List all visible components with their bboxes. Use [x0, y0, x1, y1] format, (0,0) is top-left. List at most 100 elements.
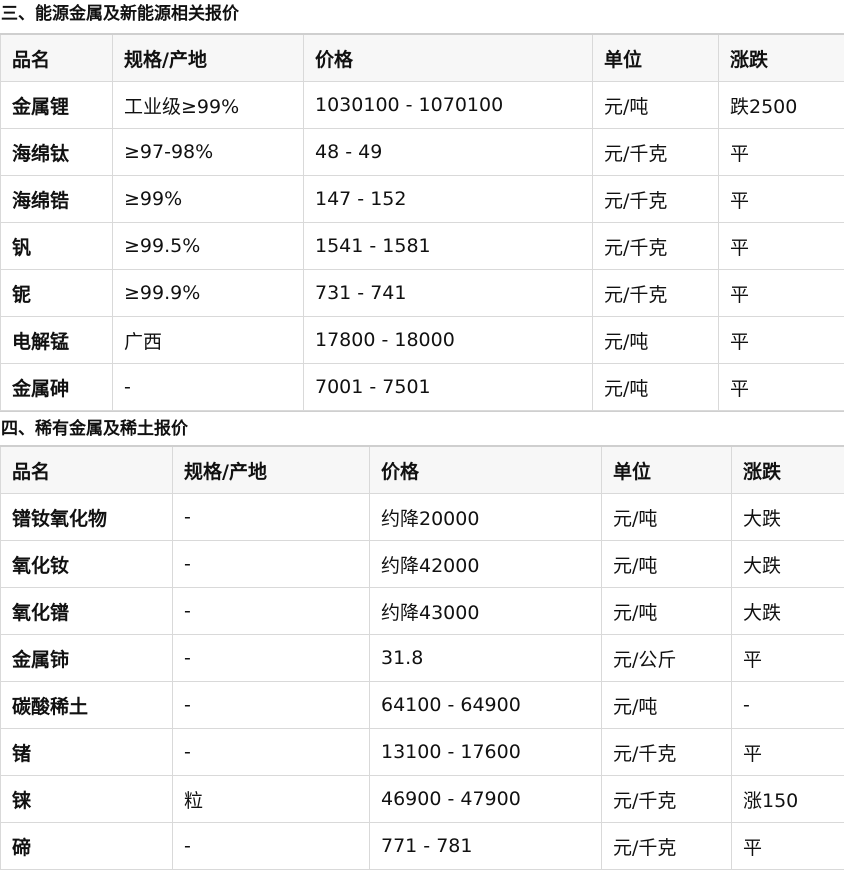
cell-spec-origin: 广西 [112, 316, 304, 364]
table-header-row: 品名 规格/产地 价格 单位 涨跌 [0, 33, 844, 82]
cell-unit: 元/吨 [601, 587, 732, 635]
cell-unit: 元/千克 [592, 222, 719, 270]
cell-price: 约降20000 [369, 493, 602, 541]
cell-price: 46900 - 47900 [369, 775, 602, 823]
cell-change: 跌2500 [718, 81, 844, 129]
cell-change: 平 [718, 316, 844, 364]
table-row: 氧化钕 - 约降42000 元/吨 大跌 [0, 540, 844, 588]
cell-change: - [731, 681, 844, 729]
cell-price: 1030100 - 1070100 [303, 81, 593, 129]
column-header-change: 涨跌 [718, 33, 844, 82]
cell-change: 大跌 [731, 493, 844, 541]
cell-change: 大跌 [731, 540, 844, 588]
table-row: 金属铈 -31.8 元/公斤平 [0, 634, 844, 682]
cell-spec-origin: - [172, 634, 370, 682]
cell-spec-origin: ≥99.5% [112, 222, 304, 270]
column-header-change: 涨跌 [731, 445, 844, 494]
cell-unit: 元/千克 [601, 728, 732, 776]
cell-change: 平 [718, 175, 844, 223]
cell-unit: 元/吨 [592, 363, 719, 411]
table-row: 海绵钛 ≥97-98% 48 - 49 元/千克平 [0, 128, 844, 176]
column-header-product-name: 品名 [0, 33, 113, 82]
cell-product-name: 铌 [0, 269, 113, 317]
cell-unit: 元/吨 [592, 81, 719, 129]
table-row: 锗 -13100 - 17600 元/千克平 [0, 728, 844, 776]
column-header-price: 价格 [369, 445, 602, 494]
cell-product-name: 海绵钛 [0, 128, 113, 176]
cell-product-name: 金属锂 [0, 81, 113, 129]
table-row: 金属锂 工业级≥99% 1030100 - 1070100 元/吨 跌2500 [0, 81, 844, 129]
cell-product-name: 镨钕氧化物 [0, 493, 173, 541]
column-header-product-name: 品名 [0, 445, 173, 494]
section-title: 四、稀有金属及稀土报价 [0, 411, 844, 445]
cell-price: 约降43000 [369, 587, 602, 635]
cell-unit: 元/吨 [601, 493, 732, 541]
cell-price: 约降42000 [369, 540, 602, 588]
cell-product-name: 钒 [0, 222, 113, 270]
table-row: 金属砷 -7001 - 7501 元/吨平 [0, 363, 844, 411]
column-header-unit: 单位 [601, 445, 732, 494]
section-rare-metals: 四、稀有金属及稀土报价 品名 规格/产地 价格 单位 涨跌 镨钕氧化物 - 约降20000 元… [0, 411, 844, 870]
cell-unit: 元/吨 [592, 316, 719, 364]
cell-product-name: 氧化镨 [0, 587, 173, 635]
cell-product-name: 电解锰 [0, 316, 113, 364]
cell-change: 大跌 [731, 587, 844, 635]
cell-change: 平 [731, 634, 844, 682]
cell-product-name: 金属铈 [0, 634, 173, 682]
cell-spec-origin: ≥99.9% [112, 269, 304, 317]
table-row: 钒 ≥99.5% 1541 - 1581 元/千克平 [0, 222, 844, 270]
cell-price: 31.8 [369, 634, 602, 682]
table-row: 镨钕氧化物 - 约降20000 元/吨 大跌 [0, 493, 844, 541]
table-row: 铌 ≥99.9% 731 - 741 元/千克平 [0, 269, 844, 317]
cell-unit: 元/吨 [601, 681, 732, 729]
section-energy-metals: 三、能源金属及新能源相关报价 品名 规格/产地 价格 单位 涨跌 金属锂 工业级≥99% 1… [0, 0, 844, 411]
cell-unit: 元/千克 [592, 128, 719, 176]
cell-price: 771 - 781 [369, 822, 602, 870]
table-row: 电解锰 广西 17800 - 18000 元/吨平 [0, 316, 844, 364]
cell-spec-origin: - [172, 540, 370, 588]
cell-change: 平 [718, 269, 844, 317]
cell-price: 731 - 741 [303, 269, 593, 317]
cell-product-name: 锗 [0, 728, 173, 776]
cell-price: 48 - 49 [303, 128, 593, 176]
cell-spec-origin: - [172, 587, 370, 635]
cell-price: 7001 - 7501 [303, 363, 593, 411]
cell-change: 涨150 [731, 775, 844, 823]
column-header-unit: 单位 [592, 33, 719, 82]
cell-price: 147 - 152 [303, 175, 593, 223]
cell-spec-origin: ≥97-98% [112, 128, 304, 176]
table-row: 碳酸稀土 -64100 - 64900 元/吨 - [0, 681, 844, 729]
cell-unit: 元/吨 [601, 540, 732, 588]
cell-spec-origin: - [172, 681, 370, 729]
cell-unit: 元/千克 [601, 822, 732, 870]
cell-price: 1541 - 1581 [303, 222, 593, 270]
cell-change: 平 [718, 222, 844, 270]
cell-unit: 元/千克 [592, 269, 719, 317]
cell-product-name: 碲 [0, 822, 173, 870]
cell-product-name: 铼 [0, 775, 173, 823]
cell-spec-origin: 工业级≥99% [112, 81, 304, 129]
cell-spec-origin: - [172, 822, 370, 870]
cell-spec-origin: - [172, 493, 370, 541]
price-table-rare-metals: 品名 规格/产地 价格 单位 涨跌 镨钕氧化物 - 约降20000 元/吨 大跌 氧化钕 - 约降42… [0, 445, 844, 870]
cell-price: 64100 - 64900 [369, 681, 602, 729]
cell-spec-origin: - [112, 363, 304, 411]
cell-product-name: 氧化钕 [0, 540, 173, 588]
cell-price: 13100 - 17600 [369, 728, 602, 776]
cell-unit: 元/千克 [592, 175, 719, 223]
cell-product-name: 碳酸稀土 [0, 681, 173, 729]
section-title: 三、能源金属及新能源相关报价 [1, 4, 239, 24]
cell-change: 平 [731, 728, 844, 776]
table-row: 海绵锆 ≥99% 147 - 152 元/千克平 [0, 175, 844, 223]
cell-spec-origin: 粒 [172, 775, 370, 823]
table-header-row: 品名 规格/产地 价格 单位 涨跌 [0, 445, 844, 494]
cell-spec-origin: - [172, 728, 370, 776]
cell-product-name: 海绵锆 [0, 175, 113, 223]
price-table-energy-metals: 品名 规格/产地 价格 单位 涨跌 金属锂 工业级≥99% 1030100 - 107010… [0, 33, 844, 411]
cell-spec-origin: ≥99% [112, 175, 304, 223]
cell-change: 平 [731, 822, 844, 870]
table-row: 氧化镨 - 约降43000 元/吨 大跌 [0, 587, 844, 635]
column-header-spec-origin: 规格/产地 [172, 445, 370, 494]
cell-price: 17800 - 18000 [303, 316, 593, 364]
cell-change: 平 [718, 363, 844, 411]
